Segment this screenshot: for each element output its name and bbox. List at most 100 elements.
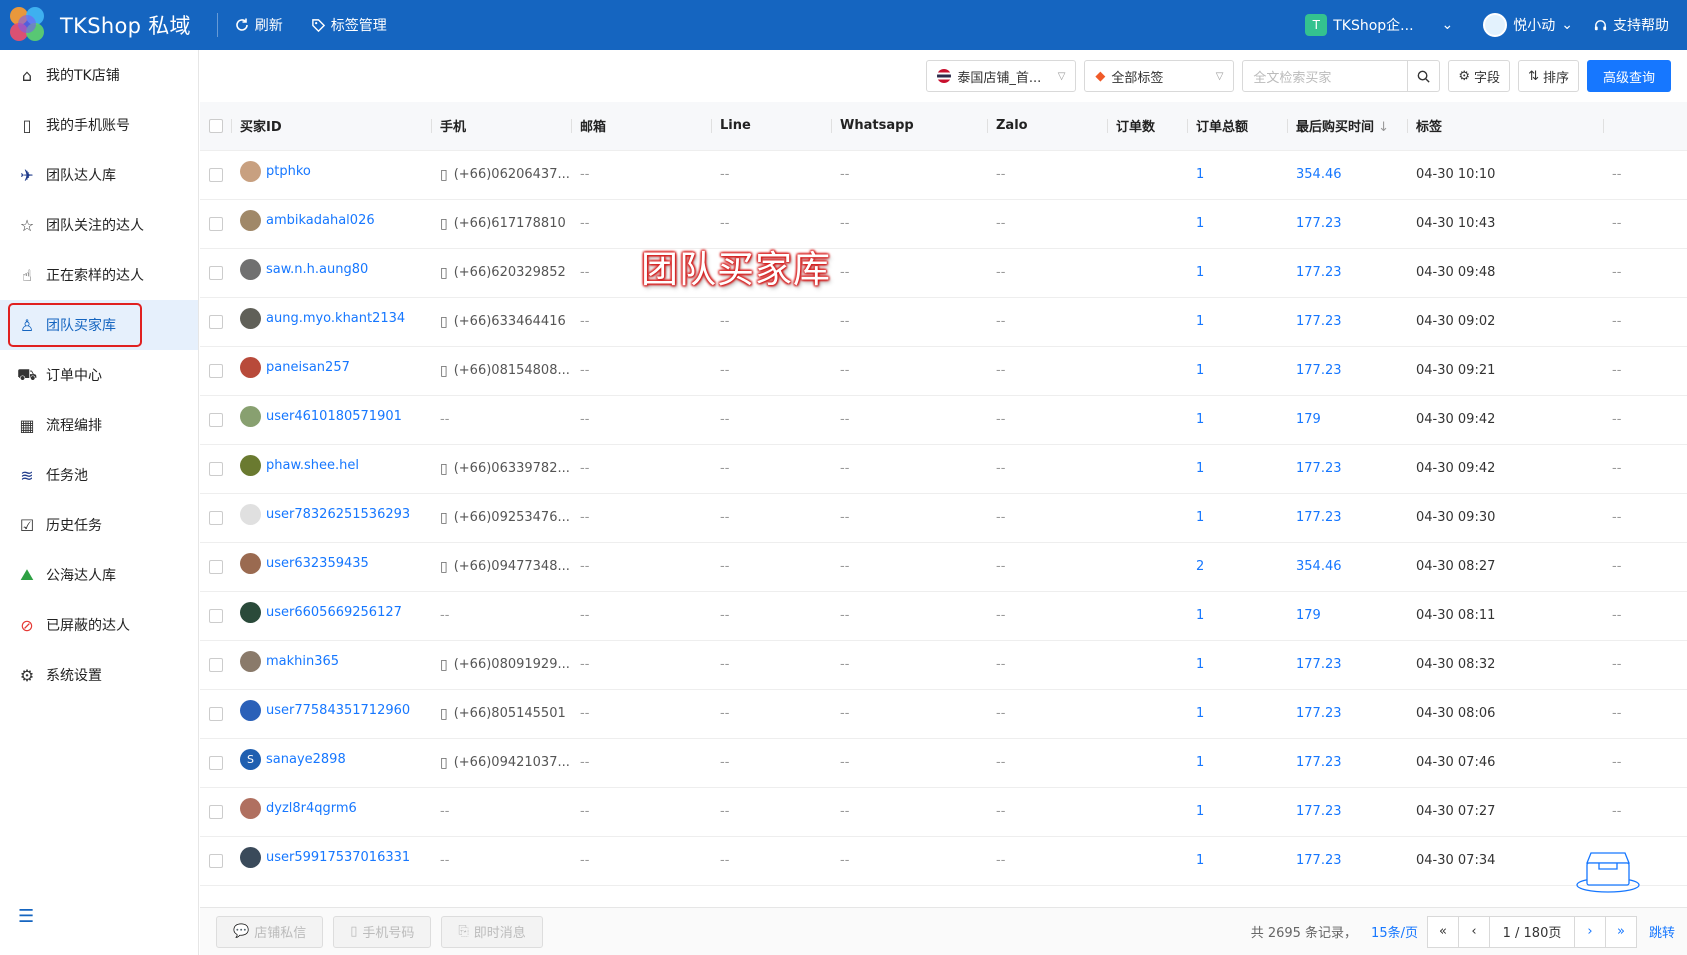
row-checkbox[interactable] bbox=[209, 608, 223, 623]
order-count-link[interactable]: 1 bbox=[1196, 608, 1204, 623]
sidebar-item-11[interactable]: ⊘ 已屏蔽的达人 bbox=[0, 600, 198, 650]
buyer-id-link[interactable]: phaw.shee.hel bbox=[266, 458, 359, 473]
tag-select[interactable]: ◆ 全部标签 ▽ bbox=[1084, 60, 1235, 92]
table-row[interactable]: user4610180571901 -- -- -- -- -- 1 179 04-30 09:… bbox=[200, 395, 1687, 445]
order-total-link[interactable]: 179 bbox=[1296, 608, 1321, 623]
buyer-id-link[interactable]: sanaye2898 bbox=[266, 752, 346, 767]
column-header[interactable]: Whatsapp bbox=[831, 102, 987, 151]
column-header[interactable]: 买家ID bbox=[231, 102, 431, 151]
row-checkbox[interactable] bbox=[209, 314, 223, 329]
order-count-link[interactable]: 1 bbox=[1196, 755, 1204, 770]
sidebar-item-9[interactable]: ☑ 历史任务 bbox=[0, 500, 198, 550]
select-all-checkbox[interactable] bbox=[209, 118, 223, 133]
order-count-link[interactable]: 1 bbox=[1196, 412, 1204, 427]
column-header[interactable]: 邮箱 bbox=[571, 102, 711, 151]
order-total-link[interactable]: 177.23 bbox=[1296, 314, 1342, 329]
sidebar-item-7[interactable]: ▦ 流程编排 bbox=[0, 400, 198, 450]
column-header[interactable]: 订单总额 bbox=[1187, 102, 1287, 151]
table-row[interactable]: user6605669256127 -- -- -- -- -- 1 179 04-30 08:… bbox=[200, 591, 1687, 641]
order-count-link[interactable]: 1 bbox=[1196, 461, 1204, 476]
column-header[interactable]: Zalo bbox=[987, 102, 1107, 151]
last-page-button[interactable]: » bbox=[1604, 915, 1637, 948]
order-count-link[interactable]: 2 bbox=[1196, 559, 1204, 574]
row-checkbox[interactable] bbox=[209, 167, 223, 182]
jump-button[interactable]: 跳转 bbox=[1649, 922, 1675, 941]
row-checkbox[interactable] bbox=[209, 706, 223, 721]
row-checkbox[interactable] bbox=[209, 853, 223, 868]
row-checkbox[interactable] bbox=[209, 363, 223, 378]
page-size-select[interactable]: 15条/页 bbox=[1371, 922, 1418, 941]
prev-page-button[interactable]: ‹ bbox=[1457, 915, 1490, 948]
order-total-link[interactable]: 177.23 bbox=[1296, 216, 1342, 231]
order-count-link[interactable]: 1 bbox=[1196, 804, 1204, 819]
next-page-button[interactable]: › bbox=[1573, 915, 1606, 948]
sidebar-item-3[interactable]: ☆ 团队关注的达人 bbox=[0, 200, 198, 250]
shop-message-button[interactable]: 💬 店铺私信 bbox=[216, 915, 324, 948]
buyer-id-link[interactable]: user6605669256127 bbox=[266, 605, 402, 620]
buyer-id-link[interactable]: ambikadahal026 bbox=[266, 213, 375, 228]
column-header[interactable]: 标签 bbox=[1407, 102, 1603, 151]
column-header[interactable]: 手机 bbox=[431, 102, 571, 151]
help-button[interactable]: 支持帮助 bbox=[1593, 15, 1669, 35]
table-row[interactable]: ambikadahal026 ▯ (+66)617178810 -- -- -- -- 1 17… bbox=[200, 199, 1687, 249]
sidebar-item-10[interactable]: ⛰ 公海达人库 bbox=[0, 550, 198, 600]
row-checkbox[interactable] bbox=[209, 461, 223, 476]
order-total-link[interactable]: 177.23 bbox=[1296, 363, 1342, 378]
sidebar-item-8[interactable]: ≋ 任务池 bbox=[0, 450, 198, 500]
table-row[interactable]: aung.myo.khant2134 ▯ (+66)633464416 -- -- -- -… bbox=[200, 297, 1687, 347]
row-checkbox[interactable] bbox=[209, 510, 223, 525]
organization-switcher[interactable]: T TKShop企... ⌄ bbox=[1305, 14, 1453, 36]
buyer-id-link[interactable]: makhin365 bbox=[266, 654, 339, 669]
order-count-link[interactable]: 1 bbox=[1196, 216, 1204, 231]
sidebar-item-2[interactable]: ✈ 团队达人库 bbox=[0, 150, 198, 200]
buyer-id-link[interactable]: aung.myo.khant2134 bbox=[266, 311, 405, 326]
column-header[interactable]: 最后购买时间 ↓ bbox=[1287, 102, 1407, 151]
table-row[interactable]: user77584351712960 ▯ (+66)805145501 -- -- -- -… bbox=[200, 689, 1687, 739]
order-total-link[interactable]: 177.23 bbox=[1296, 265, 1342, 280]
buyer-id-link[interactable]: user59917537016331 bbox=[266, 850, 410, 865]
order-total-link[interactable]: 179 bbox=[1296, 412, 1321, 427]
buyer-id-link[interactable]: user632359435 bbox=[266, 556, 369, 571]
order-total-link[interactable]: 177.23 bbox=[1296, 755, 1342, 770]
row-checkbox[interactable] bbox=[209, 265, 223, 280]
shop-select[interactable]: 泰国店铺_首... ▽ bbox=[926, 60, 1077, 92]
user-menu[interactable]: 悦小动 ⌄ bbox=[1483, 13, 1573, 37]
order-count-link[interactable]: 1 bbox=[1196, 314, 1204, 329]
sort-desc-icon[interactable]: ↓ bbox=[1374, 120, 1389, 135]
refresh-button[interactable]: 刷新 bbox=[234, 15, 283, 35]
column-header[interactable]: 订单数 bbox=[1107, 102, 1187, 151]
sidebar-item-12[interactable]: ⚙ 系统设置 bbox=[0, 650, 198, 700]
buyer-id-link[interactable]: ptphko bbox=[266, 164, 311, 179]
table-row[interactable]: Ssanaye2898 ▯ (+66)09421037... -- -- -- -- 1 177… bbox=[200, 738, 1687, 788]
order-count-link[interactable]: 1 bbox=[1196, 706, 1204, 721]
buyer-id-link[interactable]: paneisan257 bbox=[266, 360, 350, 375]
phone-number-button[interactable]: ▯ 手机号码 bbox=[333, 915, 432, 948]
sort-button[interactable]: ⇅ 排序 bbox=[1518, 60, 1579, 92]
first-page-button[interactable]: « bbox=[1426, 915, 1459, 948]
order-total-link[interactable]: 177.23 bbox=[1296, 461, 1342, 476]
table-row[interactable]: user632359435 ▯ (+66)09477348... -- -- -- -- 2 3… bbox=[200, 542, 1687, 592]
row-checkbox[interactable] bbox=[209, 804, 223, 819]
search-input[interactable]: 全文检索买家 bbox=[1242, 60, 1409, 92]
order-count-link[interactable]: 1 bbox=[1196, 510, 1204, 525]
order-total-link[interactable]: 354.46 bbox=[1296, 559, 1342, 574]
row-checkbox[interactable] bbox=[209, 657, 223, 672]
search-button[interactable] bbox=[1408, 60, 1441, 92]
order-total-link[interactable]: 177.23 bbox=[1296, 706, 1342, 721]
sidebar-item-5[interactable]: ♙ 团队买家库 bbox=[0, 300, 198, 350]
buyer-id-link[interactable]: user77584351712960 bbox=[266, 703, 410, 718]
table-row[interactable]: saw.n.h.aung80 ▯ (+66)620329852 -- -- -- -- 1 17… bbox=[200, 248, 1687, 298]
order-count-link[interactable]: 1 bbox=[1196, 363, 1204, 378]
sidebar-item-6[interactable]: ⛟ 订单中心 bbox=[0, 350, 198, 400]
order-total-link[interactable]: 177.23 bbox=[1296, 804, 1342, 819]
row-checkbox[interactable] bbox=[209, 559, 223, 574]
order-count-link[interactable]: 1 bbox=[1196, 853, 1204, 868]
table-row[interactable]: user59917537016331 -- -- -- -- -- 1 177.23 04-30… bbox=[200, 836, 1687, 886]
row-checkbox[interactable] bbox=[209, 755, 223, 770]
table-row[interactable]: dyzl8r4qgrm6 -- -- -- -- -- 1 177.23 04-30 07:27… bbox=[200, 787, 1687, 837]
table-row[interactable]: user78326251536293 ▯ (+66)09253476... -- -- -… bbox=[200, 493, 1687, 543]
buyer-id-link[interactable]: user78326251536293 bbox=[266, 507, 410, 522]
row-checkbox[interactable] bbox=[209, 216, 223, 231]
select-all-header[interactable] bbox=[200, 102, 231, 151]
order-total-link[interactable]: 177.23 bbox=[1296, 657, 1342, 672]
